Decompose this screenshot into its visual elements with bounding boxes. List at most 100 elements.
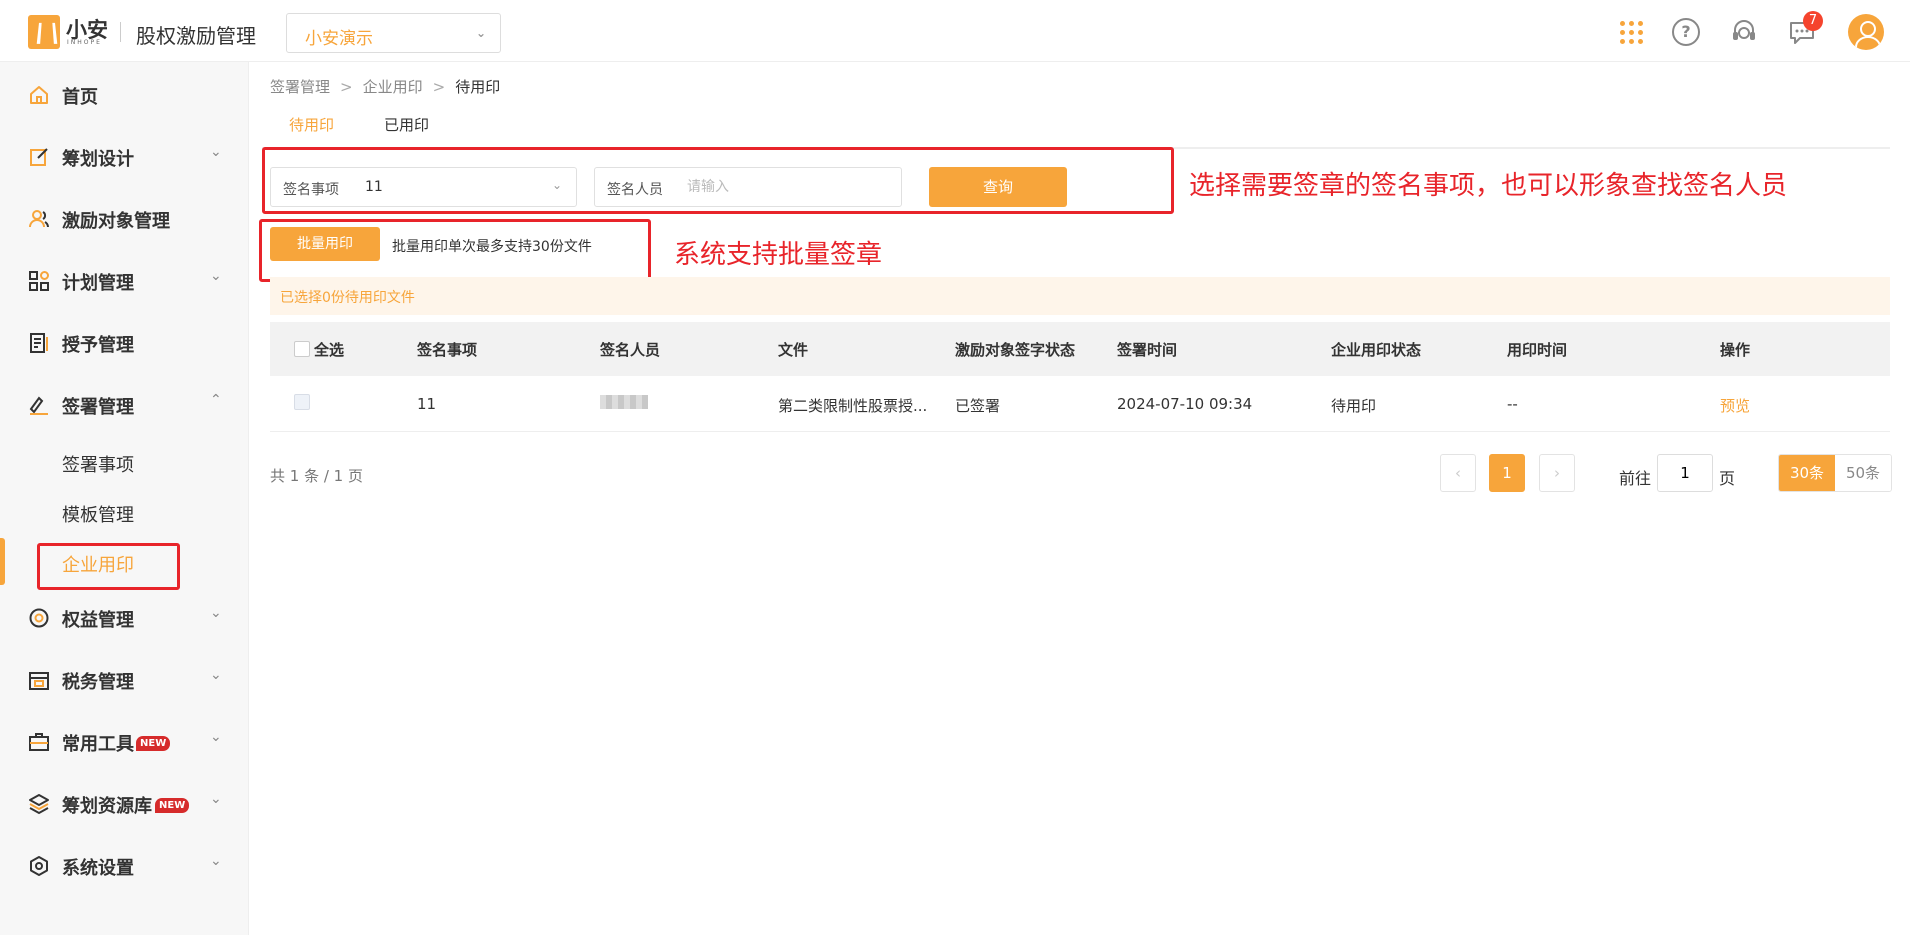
cell-sign-time: 2024-07-10 09:34 <box>1117 395 1253 413</box>
tab-pending-seal[interactable]: 待用印 <box>289 114 334 135</box>
cell-sign-status: 已签署 <box>955 397 1001 415</box>
page-unit-label: 页 <box>1719 469 1736 488</box>
gear-icon <box>30 856 48 876</box>
highlight-box-search <box>262 147 1174 214</box>
edit-icon <box>30 148 48 166</box>
sidebar-item-label: 常用工具 <box>62 734 134 755</box>
goto-label: 前往 <box>1619 469 1652 488</box>
sidebar-item-planning[interactable]: 筹划设计 ⌄ <box>0 132 249 182</box>
sidebar-item-label: 权益管理 <box>62 610 134 631</box>
highlight-box-batch <box>259 219 651 282</box>
sidebar-item-tax[interactable]: 税务管理 ⌄ <box>0 655 249 705</box>
next-page-button[interactable]: › <box>1539 454 1575 492</box>
chevron-down-icon: ⌄ <box>210 667 222 683</box>
toolbox-icon <box>29 733 49 751</box>
sidebar-item-label: 筹划资源库 <box>62 796 152 817</box>
apps-grid-icon[interactable] <box>1616 18 1644 46</box>
column-header: 企业用印状态 <box>1331 341 1422 359</box>
signature-icon <box>29 396 48 415</box>
message-count-badge: 7 <box>1803 11 1823 31</box>
sidebar-item-grant[interactable]: 授予管理 <box>0 318 249 368</box>
sidebar-subitem-label: 模板管理 <box>62 505 134 526</box>
breadcrumb: 签署管理 > 企业用印 > 待用印 <box>270 78 501 96</box>
masked-signer-name <box>600 395 648 409</box>
chevron-up-icon: ⌃ <box>210 392 222 408</box>
highlight-box-seal <box>37 543 180 590</box>
column-header: 用印时间 <box>1507 341 1568 359</box>
sidebar-item-sign[interactable]: 签署管理 ⌃ <box>0 380 249 430</box>
column-header: 签名事项 <box>417 341 478 359</box>
selection-info-bar: 已选择0份待用印文件 <box>270 277 1890 315</box>
row-checkbox[interactable] <box>294 394 310 410</box>
cell-seal-time: -- <box>1507 395 1518 413</box>
annotation-batch: 系统支持批量签章 <box>674 240 883 270</box>
chevron-down-icon: ⌄ <box>210 605 222 621</box>
preview-link[interactable]: 预览 <box>1720 395 1750 416</box>
column-header: 操作 <box>1720 341 1751 359</box>
select-all-label[interactable]: 全选 <box>314 339 344 360</box>
breadcrumb-item[interactable]: 签署管理 <box>270 78 330 96</box>
column-header: 激励对象签字状态 <box>955 341 1076 359</box>
sidebar-item-equity[interactable]: 权益管理 ⌄ <box>0 593 249 643</box>
selection-info-text: 已选择0份待用印文件 <box>280 290 415 306</box>
column-header: 签名人员 <box>600 341 661 359</box>
cell-seal-status: 待用印 <box>1331 397 1377 415</box>
sidebar-item-resources[interactable]: 筹划资源库 NEW ⌄ <box>0 779 249 829</box>
tax-icon <box>29 672 49 690</box>
annotation-search: 选择需要签章的签名事项，也可以形象查找签名人员 <box>1189 171 1788 201</box>
customer-service-icon[interactable] <box>1730 18 1758 46</box>
sidebar-item-label: 计划管理 <box>62 273 134 294</box>
chevron-down-icon: ⌄ <box>210 144 222 160</box>
sidebar-item-home[interactable]: 首页 <box>0 70 249 120</box>
sidebar-subitem-sign-items[interactable]: 签署事项 <box>0 439 249 487</box>
sidebar-item-label: 系统设置 <box>62 858 134 879</box>
column-header: 签署时间 <box>1117 341 1178 359</box>
chevron-down-icon: ⌄ <box>210 791 222 807</box>
page-size-50[interactable]: 50条 <box>1835 455 1891 491</box>
company-select-value: 小安演示 <box>305 29 373 49</box>
pagination-total: 共 1 条 / 1 页 <box>270 467 363 485</box>
chevron-down-icon: ⌄ <box>210 729 222 745</box>
badge-icon <box>29 608 49 628</box>
app-title: 股权激励管理 <box>136 24 256 48</box>
cell-sign-item: 11 <box>417 395 437 413</box>
layers-icon <box>29 794 49 815</box>
sidebar-subitem-templates[interactable]: 模板管理 <box>0 489 249 537</box>
top-header: 小安 INHOPE 股权激励管理 小安演示 ⌄ ? 7 <box>0 0 1910 62</box>
sidebar-item-label: 签署管理 <box>62 397 134 418</box>
sidebar: 首页 筹划设计 ⌄ 激励对象管理 计划管理 ⌄ 授予管理 签署管理 ⌃ 签署事项… <box>0 62 249 935</box>
sidebar-item-plan[interactable]: 计划管理 ⌄ <box>0 256 249 306</box>
users-icon <box>29 210 49 228</box>
tab-sealed[interactable]: 已用印 <box>384 114 429 135</box>
chevron-down-icon: ⌄ <box>210 268 222 284</box>
cell-file: 第二类限制性股票授... <box>778 397 928 415</box>
sidebar-item-tools[interactable]: 常用工具 NEW ⌄ <box>0 717 249 767</box>
sidebar-item-label: 筹划设计 <box>62 149 134 170</box>
sidebar-item-label: 授予管理 <box>62 335 134 356</box>
page-size-30[interactable]: 30条 <box>1779 455 1835 491</box>
chevron-down-icon: ⌄ <box>475 26 486 40</box>
grid-icon <box>29 271 49 291</box>
page-size-selector: 30条 50条 <box>1778 454 1892 492</box>
page-number-button[interactable]: 1 <box>1489 454 1525 492</box>
new-badge: NEW <box>136 736 171 751</box>
company-select[interactable]: 小安演示 ⌄ <box>286 13 501 53</box>
help-icon[interactable]: ? <box>1672 18 1700 46</box>
logo-icon[interactable] <box>28 15 60 49</box>
user-avatar[interactable] <box>1848 14 1884 50</box>
sidebar-item-targets[interactable]: 激励对象管理 <box>0 194 249 244</box>
prev-page-button[interactable]: ‹ <box>1440 454 1476 492</box>
chevron-down-icon: ⌄ <box>210 853 222 869</box>
select-all-checkbox[interactable] <box>294 341 310 357</box>
home-icon <box>30 86 48 104</box>
goto-page-input[interactable] <box>1657 454 1713 492</box>
divider <box>120 22 121 42</box>
table-header: 全选 签名事项 签名人员 文件 激励对象签字状态 签署时间 企业用印状态 用印时… <box>270 322 1890 376</box>
sidebar-subitem-label: 签署事项 <box>62 455 134 476</box>
sidebar-item-settings[interactable]: 系统设置 ⌄ <box>0 841 249 891</box>
sidebar-item-label: 首页 <box>62 87 98 108</box>
breadcrumb-current: 待用印 <box>455 78 501 96</box>
table-row: 11 第二类限制性股票授... 已签署 2024-07-10 09:34 待用印… <box>270 376 1890 432</box>
new-badge: NEW <box>155 798 190 813</box>
breadcrumb-item[interactable]: 企业用印 <box>363 78 423 96</box>
